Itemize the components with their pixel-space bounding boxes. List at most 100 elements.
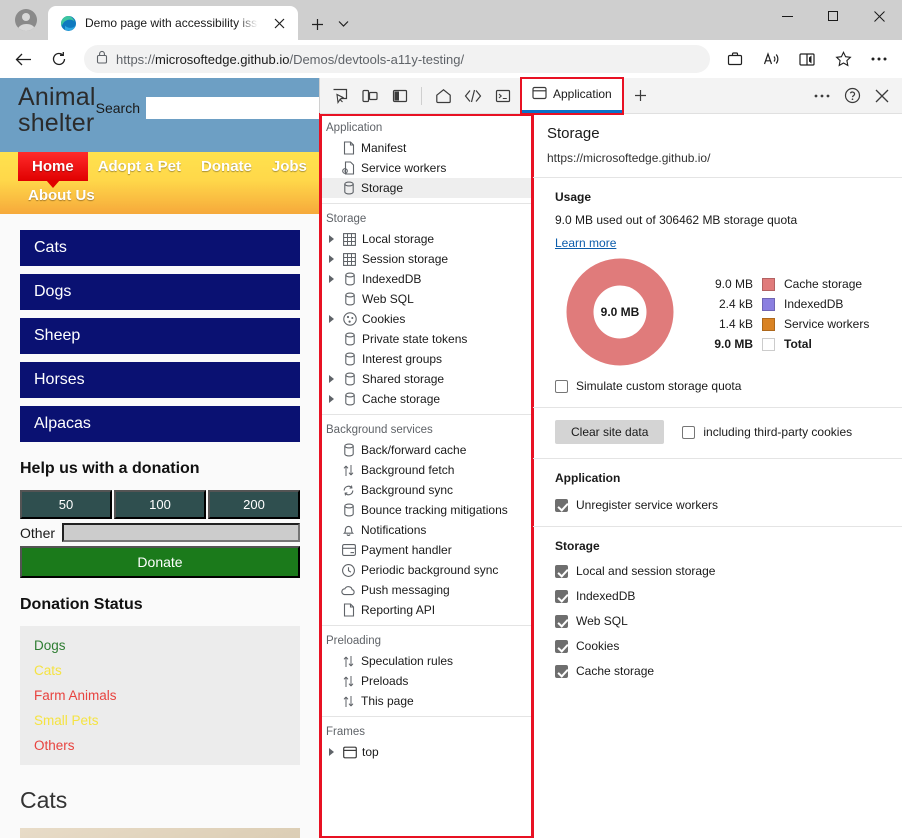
expand-arrow-icon[interactable] [326, 375, 337, 383]
close-devtools-icon[interactable] [868, 82, 896, 110]
browser-settings-icon[interactable] [862, 43, 896, 75]
tree-item-interest-groups[interactable]: Interest groups [320, 349, 532, 369]
reload-button[interactable] [42, 43, 76, 75]
third-party-cookies-checkbox[interactable] [682, 426, 695, 439]
tree-item-preloads[interactable]: Preloads [320, 671, 532, 691]
tree-item-push-messaging[interactable]: Push messaging [320, 580, 532, 600]
donation-amount-100[interactable]: 100 [114, 490, 206, 519]
animal-button-cats[interactable]: Cats [20, 230, 300, 266]
cookies-checkbox[interactable] [555, 640, 568, 653]
simulate-quota-row[interactable]: Simulate custom storage quota [555, 379, 888, 393]
collections-icon[interactable] [718, 43, 752, 75]
unregister-service-workers-checkbox[interactable] [555, 499, 568, 512]
donation-amount-50[interactable]: 50 [20, 490, 112, 519]
checkbox-row-cache-storage[interactable]: Cache storage [555, 664, 888, 678]
nav-row-primary: Home Adopt a Pet Donate Jobs [0, 152, 320, 181]
other-amount-input[interactable] [62, 523, 300, 542]
elements-icon[interactable] [459, 82, 487, 110]
tree-item-reporting-api[interactable]: Reporting API [320, 600, 532, 620]
expand-arrow-icon[interactable] [326, 315, 337, 323]
home-icon[interactable] [429, 82, 457, 110]
tree-item-session-storage[interactable]: Session storage [320, 249, 532, 269]
unregister-service-workers-row[interactable]: Unregister service workers [555, 498, 888, 512]
simulate-quota-checkbox[interactable] [555, 380, 568, 393]
profile-button[interactable] [8, 2, 44, 38]
tree-item-back-forward-cache[interactable]: Back/forward cache [320, 440, 532, 460]
tab-application[interactable]: Application [522, 79, 622, 113]
back-button[interactable] [6, 43, 40, 75]
tree-item-private-state-tokens[interactable]: Private state tokens [320, 329, 532, 349]
expand-arrow-icon[interactable] [326, 275, 337, 283]
third-party-cookies-row[interactable]: including third-party cookies [682, 425, 852, 439]
learn-more-link[interactable]: Learn more [555, 236, 616, 250]
dock-side-icon[interactable] [386, 82, 414, 110]
tree-group-background-services: Background services [320, 420, 532, 440]
tree-item-bounce-tracking-mitigations[interactable]: Bounce tracking mitigations [320, 500, 532, 520]
checkbox-row-web-sql[interactable]: Web SQL [555, 614, 888, 628]
new-tab-button[interactable] [304, 11, 330, 37]
tree-item-web-sql[interactable]: Web SQL [320, 289, 532, 309]
animal-button-dogs[interactable]: Dogs [20, 274, 300, 310]
help-icon[interactable] [838, 82, 866, 110]
tree-item-background-fetch[interactable]: Background fetch [320, 460, 532, 480]
indexeddb-checkbox[interactable] [555, 590, 568, 603]
minimize-button[interactable] [764, 0, 810, 32]
legend-label: Cache storage [784, 277, 862, 291]
tab-close-icon[interactable] [266, 10, 292, 36]
site-title: Animal shelter [18, 84, 96, 137]
donation-amount-200[interactable]: 200 [208, 490, 300, 519]
checkbox-row-local-and-session-storage[interactable]: Local and session storage [555, 564, 888, 578]
read-aloud-icon[interactable] [754, 43, 788, 75]
tree-item-background-sync[interactable]: Background sync [320, 480, 532, 500]
clear-site-data-button[interactable]: Clear site data [555, 420, 664, 444]
immersive-reader-icon[interactable] [790, 43, 824, 75]
tree-item-service-workers[interactable]: Service workers [320, 158, 532, 178]
tree-item-periodic-background-sync[interactable]: Periodic background sync [320, 560, 532, 580]
device-emulation-icon[interactable] [356, 82, 384, 110]
tree-item-shared-storage[interactable]: Shared storage [320, 369, 532, 389]
browser-tab[interactable]: Demo page with accessibility issu [48, 6, 298, 40]
search-input[interactable] [146, 97, 320, 119]
tree-item-cookies[interactable]: Cookies [320, 309, 532, 329]
more-tools-icon[interactable] [808, 82, 836, 110]
checkbox-row-cookies[interactable]: Cookies [555, 639, 888, 653]
tree-item-this-page[interactable]: This page [320, 691, 532, 711]
expand-arrow-icon[interactable] [326, 395, 337, 403]
nav-link-about-us[interactable]: About Us [18, 181, 105, 210]
maximize-button[interactable] [810, 0, 856, 32]
tree-item-top-frame[interactable]: top [320, 742, 532, 762]
status-item-small-pets: Small Pets [34, 713, 286, 728]
tree-item-cache-storage[interactable]: Cache storage [320, 389, 532, 409]
donate-button[interactable]: Donate [20, 546, 300, 578]
expand-arrow-icon[interactable] [326, 255, 337, 263]
tree-item-local-storage[interactable]: Local storage [320, 229, 532, 249]
checkbox-row-indexeddb[interactable]: IndexedDB [555, 589, 888, 603]
animal-button-sheep[interactable]: Sheep [20, 318, 300, 354]
database-icon [341, 503, 356, 517]
inspect-element-icon[interactable] [326, 82, 354, 110]
close-button[interactable] [856, 0, 902, 32]
tree-item-manifest[interactable]: Manifest [320, 138, 532, 158]
tab-list-chevron-down-icon[interactable] [330, 11, 356, 37]
animal-button-horses[interactable]: Horses [20, 362, 300, 398]
local-session-storage-checkbox[interactable] [555, 565, 568, 578]
legend-value: 2.4 kB [695, 297, 753, 311]
nav-link-jobs[interactable]: Jobs [262, 152, 317, 181]
nav-link-home[interactable]: Home [18, 152, 88, 181]
tree-item-notifications[interactable]: Notifications [320, 520, 532, 540]
tree-item-storage[interactable]: Storage [320, 178, 532, 198]
expand-arrow-icon[interactable] [326, 748, 337, 756]
cache-storage-checkbox[interactable] [555, 665, 568, 678]
web-sql-checkbox[interactable] [555, 615, 568, 628]
nav-link-donate[interactable]: Donate [191, 152, 262, 181]
tree-item-speculation-rules[interactable]: Speculation rules [320, 651, 532, 671]
tree-item-indexeddb[interactable]: IndexedDB [320, 269, 532, 289]
animal-button-alpacas[interactable]: Alpacas [20, 406, 300, 442]
expand-arrow-icon[interactable] [326, 235, 337, 243]
address-bar[interactable]: https://microsoftedge.github.io/Demos/de… [84, 45, 710, 73]
console-icon[interactable] [489, 82, 517, 110]
tree-item-payment-handler[interactable]: Payment handler [320, 540, 532, 560]
nav-link-adopt-a-pet[interactable]: Adopt a Pet [88, 152, 191, 181]
add-panel-button[interactable] [627, 82, 655, 110]
favorite-star-icon[interactable] [826, 43, 860, 75]
